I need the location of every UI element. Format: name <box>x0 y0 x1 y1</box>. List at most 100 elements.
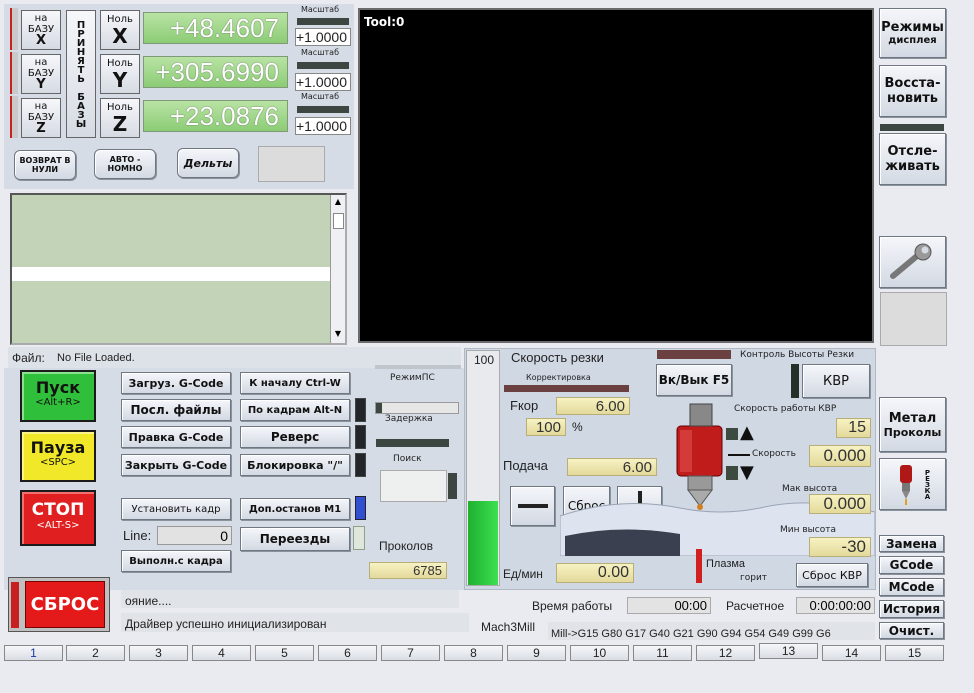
delay-slider-handle[interactable] <box>376 403 382 413</box>
dro-x[interactable]: +48.4607 <box>143 12 288 44</box>
calc-time-text: 0:00:00:00 <box>809 598 871 613</box>
restore-button[interactable]: Восста- новить <box>879 65 946 117</box>
minus-icon <box>517 504 548 508</box>
current-line-highlight <box>12 267 330 281</box>
tab-4[interactable]: 4 <box>192 645 251 661</box>
recent-files-button[interactable]: Посл. файлы <box>121 399 231 421</box>
punctures-count-label: Проколов <box>379 539 433 553</box>
moves-button[interactable]: Переезды <box>240 527 350 551</box>
search-box[interactable] <box>380 470 447 502</box>
tab-6[interactable]: 6 <box>318 645 377 661</box>
metal-label: Метал <box>888 410 937 426</box>
delay-slider[interactable] <box>375 402 459 414</box>
home-x-button[interactable]: на БАЗУ X <box>21 10 61 50</box>
punctures-count[interactable]: 6785 <box>369 562 447 579</box>
feed-bar-max: 100 <box>474 353 495 367</box>
pause-button[interactable]: Пауза <SPC> <box>20 430 96 482</box>
plasma-sub-label: горит <box>740 573 768 583</box>
feed-label: Подача <box>503 458 548 473</box>
display-mode-button[interactable]: Режимы дисплея <box>879 8 946 58</box>
start-button[interactable]: Пуск <Alt+R> <box>20 370 96 422</box>
tab-label: 11 <box>656 646 669 660</box>
thc-rate-value[interactable]: 0.000 <box>809 445 871 467</box>
clear-label: Очист. <box>888 623 935 638</box>
block-delete-button[interactable]: Блокировка "/" <box>240 454 350 476</box>
scrollbar[interactable]: ▲ ▼ <box>330 195 345 343</box>
restore-label: Восста- <box>884 76 941 91</box>
cut-button[interactable]: РЕЗКА <box>879 458 946 510</box>
rewind-button[interactable]: К началу Ctrl-W <box>240 372 350 394</box>
load-gcode-button[interactable]: Загруз. G-Code <box>121 372 231 394</box>
tab-label: 4 <box>218 646 225 660</box>
tab-7[interactable]: 7 <box>381 645 440 661</box>
tab-12[interactable]: 12 <box>696 645 755 661</box>
gcode-list[interactable]: ▲ ▼ <box>10 193 347 345</box>
home-z-button[interactable]: на БАЗУ Z <box>21 98 61 138</box>
tools-button[interactable] <box>879 236 946 288</box>
scroll-down-icon[interactable]: ▼ <box>333 329 343 339</box>
auto-button[interactable]: АВТО - НОМНО <box>94 149 156 179</box>
close-gcode-button[interactable]: Закрыть G-Code <box>121 454 231 476</box>
tab-13[interactable]: 13 <box>759 643 818 659</box>
dro-y[interactable]: +305.6990 <box>143 56 288 88</box>
toolpath-viewer[interactable]: Tool:0 <box>358 8 874 343</box>
scroll-thumb[interactable] <box>333 213 344 229</box>
clear-button[interactable]: Очист. <box>879 622 944 639</box>
scale-label: Масштаб <box>301 5 340 14</box>
gcode-button[interactable]: GCode <box>879 556 944 574</box>
ref-all-button[interactable]: ПРИНЯТЬ БАЗЫ <box>66 10 96 138</box>
tab-11[interactable]: 11 <box>633 645 692 661</box>
thc-toggle-button[interactable]: Вк/Вык F5 <box>656 364 732 396</box>
speed-line <box>728 454 750 456</box>
mcode-button[interactable]: MCode <box>879 578 944 596</box>
tab-3[interactable]: 3 <box>129 645 188 661</box>
opt-stop-button[interactable]: Доп.останов M1 <box>240 498 350 520</box>
deltas-button[interactable]: Дельты <box>177 148 239 178</box>
history-label: История <box>882 602 941 616</box>
zero-y-button[interactable]: Ноль Y <box>100 54 140 94</box>
run-from-line-button[interactable]: Выполн.с кадра <box>121 550 231 572</box>
tab-5[interactable]: 5 <box>255 645 314 661</box>
set-line-button[interactable]: Установить кадр <box>121 498 231 520</box>
track-button[interactable]: Отсле- живать <box>879 133 946 185</box>
track-led <box>880 124 944 131</box>
return-zero-button[interactable]: ВОЗВРАТ В НУЛИ <box>14 150 76 180</box>
tab-2[interactable]: 2 <box>66 645 125 661</box>
kvr-button[interactable]: КВР <box>802 364 870 398</box>
zero-x-button[interactable]: Ноль X <box>100 10 140 50</box>
history-button[interactable]: История <box>879 600 944 618</box>
tab-14[interactable]: 14 <box>822 645 881 661</box>
plasma-label: Плазма <box>706 558 746 570</box>
home-y-button[interactable]: на БАЗУ Y <box>21 54 61 94</box>
min-height-value[interactable]: -30 <box>809 537 871 557</box>
feed-minus-button[interactable] <box>510 486 555 526</box>
reset-kvr-button[interactable]: Сброс КВР <box>796 563 868 587</box>
zero-z-button[interactable]: Ноль Z <box>100 98 140 138</box>
home-axis-label: Z <box>36 121 46 136</box>
tab-9[interactable]: 9 <box>507 645 566 661</box>
scale-y[interactable]: +1.0000 <box>295 73 351 91</box>
edit-gcode-button[interactable]: Правка G-Code <box>121 426 231 448</box>
replace-button[interactable]: Замена <box>879 535 944 552</box>
reverse-button[interactable]: Реверс <box>240 426 350 448</box>
tab-1[interactable]: 1 <box>4 645 63 661</box>
dro-z[interactable]: +23.0876 <box>143 100 288 132</box>
start-key: <Alt+R> <box>35 397 81 408</box>
thc-toggle-label: Вк/Вык F5 <box>658 373 730 387</box>
line-input[interactable]: 0 <box>157 526 232 545</box>
max-height-value[interactable]: 0.000 <box>809 494 871 514</box>
scale-z[interactable]: +1.0000 <box>295 117 351 135</box>
units-value[interactable]: 0.00 <box>556 563 634 583</box>
tab-10[interactable]: 10 <box>570 645 629 661</box>
tab-15[interactable]: 15 <box>885 645 944 661</box>
replace-label: Замена <box>886 536 937 551</box>
stop-button[interactable]: СТОП <ALT-S> <box>20 490 96 546</box>
scale-x[interactable]: +1.0000 <box>295 28 351 46</box>
block-delete-label: Блокировка "/" <box>247 458 343 472</box>
reset-button[interactable]: СБРОС <box>8 577 110 632</box>
scroll-up-icon[interactable]: ▲ <box>333 197 343 207</box>
metal-punctures-button[interactable]: Метал Проколы <box>879 397 946 452</box>
single-block-button[interactable]: По кадрам Alt-N <box>240 399 350 421</box>
tab-8[interactable]: 8 <box>444 645 503 661</box>
scale-led <box>297 106 349 113</box>
